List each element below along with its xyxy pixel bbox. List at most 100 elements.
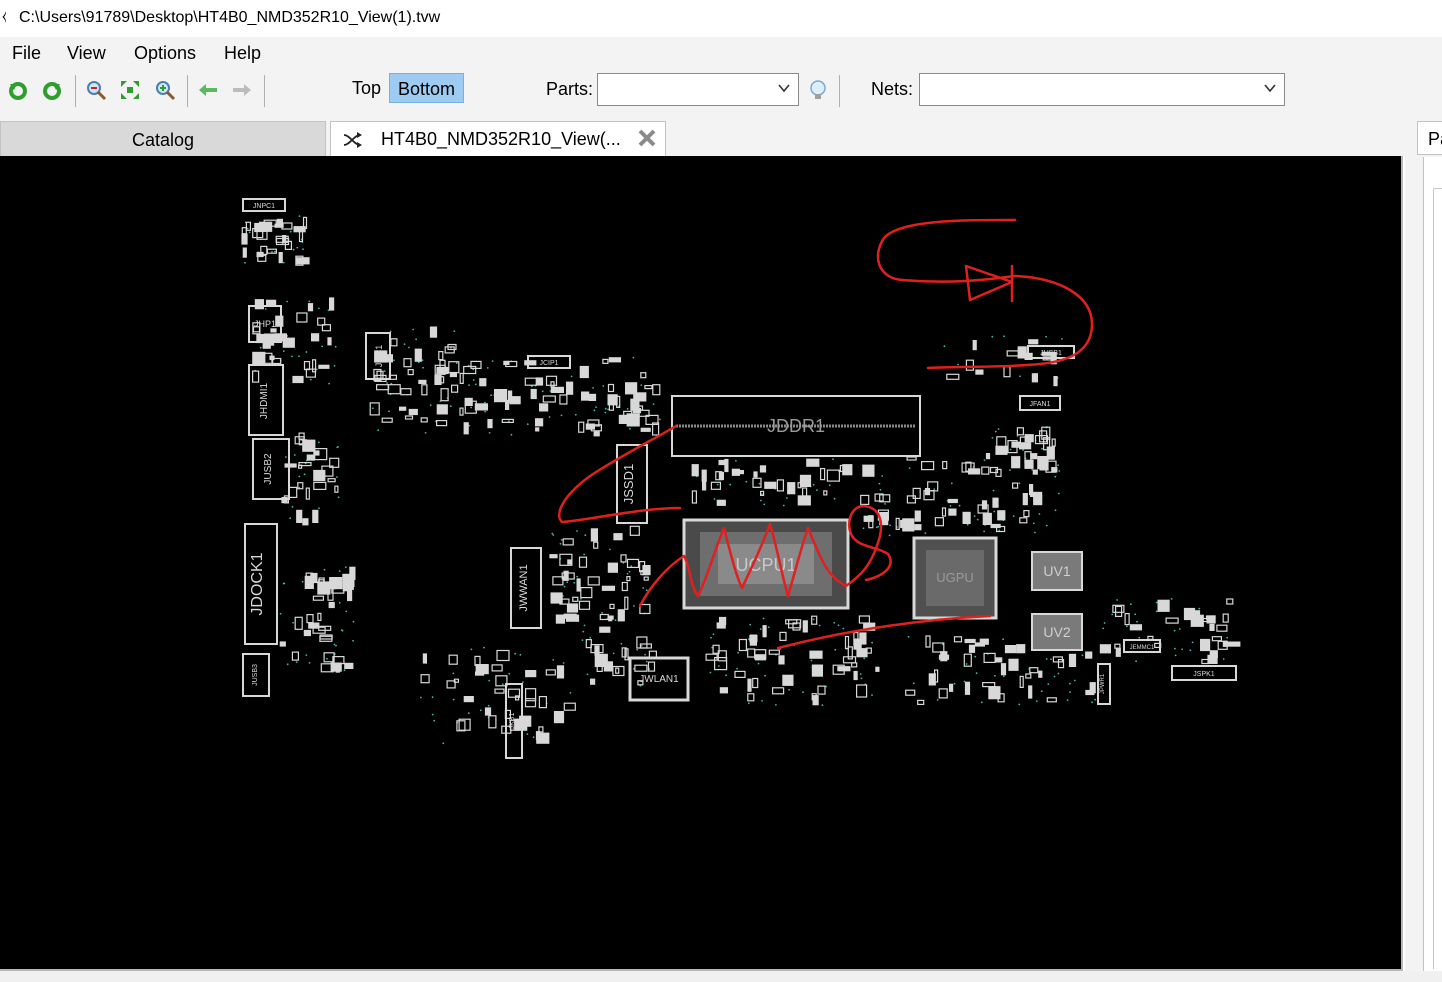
fit-view-icon[interactable] <box>119 79 141 101</box>
board-component[interactable] <box>968 644 976 653</box>
board-component[interactable] <box>242 247 247 258</box>
board-component[interactable] <box>1147 635 1154 640</box>
board-component[interactable] <box>1199 638 1211 652</box>
board-component[interactable] <box>593 431 600 437</box>
board-component[interactable] <box>303 361 311 371</box>
board-component[interactable] <box>241 227 247 235</box>
board-component[interactable] <box>269 355 275 360</box>
board-component[interactable] <box>1157 599 1170 612</box>
board-component[interactable] <box>747 678 752 692</box>
board-component[interactable] <box>900 519 906 529</box>
board-component[interactable] <box>408 408 418 416</box>
board-component[interactable] <box>701 477 707 491</box>
board-component[interactable] <box>782 674 794 686</box>
board-component[interactable] <box>752 477 762 488</box>
board-component[interactable] <box>906 495 917 504</box>
board-component[interactable] <box>972 340 977 351</box>
board-component[interactable] <box>440 388 449 402</box>
board-component[interactable] <box>844 635 850 650</box>
board-component[interactable] <box>553 710 565 724</box>
board-component[interactable] <box>270 328 277 333</box>
board-component[interactable] <box>1051 467 1058 473</box>
board-component[interactable] <box>594 645 600 656</box>
board-component[interactable] <box>565 614 580 622</box>
board-component[interactable] <box>620 554 627 563</box>
board-component[interactable] <box>475 671 485 676</box>
board-component[interactable] <box>407 369 414 376</box>
board-component[interactable] <box>327 337 332 346</box>
board-component[interactable] <box>776 479 785 492</box>
board-component[interactable] <box>479 378 487 387</box>
board-component[interactable] <box>855 684 868 698</box>
board-component[interactable] <box>1030 453 1038 460</box>
board-component[interactable] <box>859 632 867 645</box>
board-component[interactable] <box>566 603 579 613</box>
board-component[interactable] <box>1085 651 1093 659</box>
board-component[interactable] <box>809 650 823 659</box>
board-component[interactable] <box>555 614 566 624</box>
board-component[interactable] <box>552 576 564 586</box>
board-component[interactable] <box>376 370 384 379</box>
board-component[interactable] <box>640 427 651 432</box>
board-component[interactable] <box>459 407 464 416</box>
board-component[interactable] <box>812 695 819 706</box>
board-component[interactable] <box>296 312 308 323</box>
board-component[interactable] <box>399 406 407 411</box>
board-component[interactable] <box>875 666 880 672</box>
board-component[interactable] <box>1029 667 1039 674</box>
board-component[interactable] <box>420 417 428 423</box>
component-jusb3[interactable]: JUSB3 <box>242 653 270 697</box>
board-component[interactable] <box>563 570 569 581</box>
board-component[interactable] <box>436 366 449 375</box>
board-component[interactable] <box>463 695 474 703</box>
board-component[interactable] <box>752 677 759 689</box>
board-component[interactable] <box>826 469 841 482</box>
board-component[interactable] <box>464 397 473 406</box>
board-component[interactable] <box>599 626 611 633</box>
board-component[interactable] <box>1129 624 1143 631</box>
board-component[interactable] <box>252 370 260 383</box>
board-component[interactable] <box>724 458 729 473</box>
board-component[interactable] <box>484 707 492 716</box>
board-component[interactable] <box>607 394 618 406</box>
board-component[interactable] <box>817 685 826 695</box>
board-component[interactable] <box>1011 482 1019 489</box>
board-component[interactable] <box>811 615 818 625</box>
board-component[interactable] <box>621 581 628 592</box>
board-component[interactable] <box>1028 685 1033 699</box>
board-component[interactable] <box>403 358 412 368</box>
board-component[interactable] <box>747 693 755 702</box>
board-component[interactable] <box>856 648 868 658</box>
board-canvas[interactable]: JNPC1 JHP1 JDC1 JHDMI1 JUSB2 JDOCK1 JUSB… <box>0 156 1403 971</box>
board-component[interactable] <box>524 360 537 366</box>
board-component[interactable] <box>328 601 335 609</box>
component-jwwan1[interactable]: JWWAN1 <box>510 547 542 629</box>
board-component[interactable] <box>491 664 503 672</box>
board-component[interactable] <box>601 585 616 591</box>
close-icon[interactable] <box>635 126 659 150</box>
component-jfan1[interactable]: JFAN1 <box>1019 395 1061 411</box>
board-component[interactable] <box>565 381 574 395</box>
board-component[interactable] <box>920 461 935 471</box>
board-component[interactable] <box>241 233 248 245</box>
board-component[interactable] <box>631 415 639 420</box>
board-component[interactable] <box>579 365 589 379</box>
board-component[interactable] <box>858 615 871 624</box>
lightbulb-icon[interactable] <box>806 78 830 102</box>
board-component[interactable] <box>1046 697 1057 703</box>
board-component[interactable] <box>1024 459 1034 469</box>
board-component[interactable] <box>802 620 808 633</box>
board-component[interactable] <box>1018 442 1032 450</box>
board-component[interactable] <box>463 422 469 435</box>
board-component[interactable] <box>556 665 565 679</box>
board-component[interactable] <box>563 702 576 711</box>
board-component[interactable] <box>459 372 464 384</box>
board-component[interactable] <box>327 478 336 483</box>
board-component[interactable] <box>278 251 283 264</box>
component-jusb1[interactable]: JUSB1 <box>1027 345 1075 359</box>
board-component[interactable] <box>436 420 448 427</box>
board-component[interactable] <box>797 482 802 489</box>
board-component[interactable] <box>768 649 780 655</box>
board-component[interactable] <box>1023 510 1030 518</box>
board-component[interactable] <box>626 576 631 582</box>
